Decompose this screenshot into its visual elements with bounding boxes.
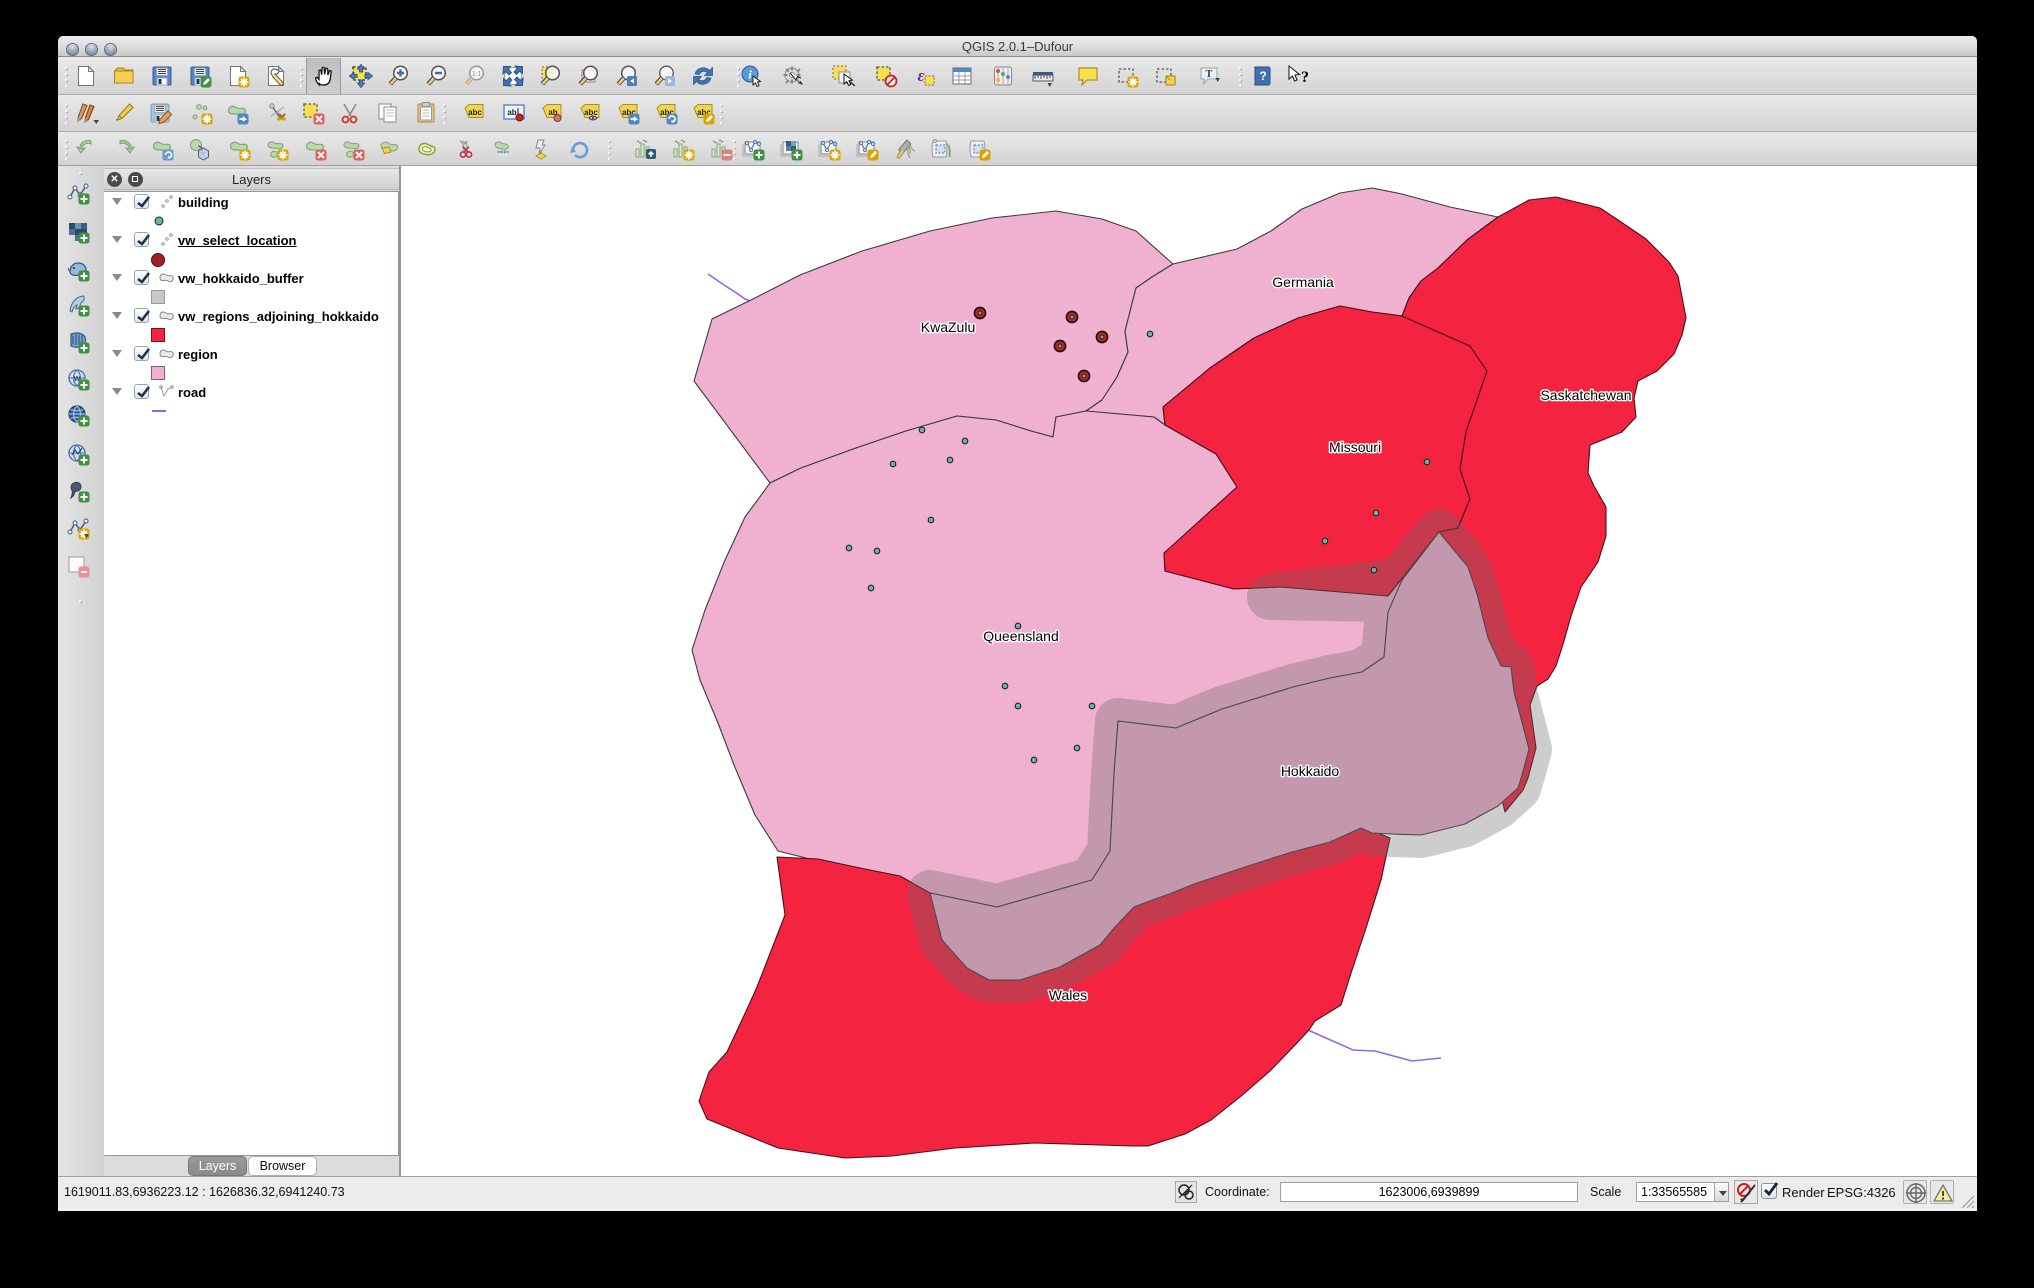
svg-text:Hokkaido: Hokkaido — [1281, 763, 1340, 779]
svg-text:1:1: 1:1 — [472, 71, 481, 78]
svg-text:abc: abc — [468, 108, 482, 117]
svg-text:Saskatchewan: Saskatchewan — [1540, 387, 1631, 403]
svg-text:?: ? — [1259, 69, 1266, 83]
svg-text:Queensland: Queensland — [983, 628, 1059, 644]
svg-text:ab: ab — [507, 108, 516, 117]
svg-text:T: T — [1206, 69, 1213, 80]
svg-text:Germania: Germania — [1272, 274, 1334, 290]
svg-text:Missouri: Missouri — [1329, 439, 1381, 455]
svg-text:abc: abc — [584, 108, 598, 117]
svg-text:KwaZulu: KwaZulu — [921, 319, 975, 335]
svg-text:?: ? — [1301, 69, 1309, 86]
svg-text:ε: ε — [918, 66, 925, 85]
svg-text:Wales: Wales — [1049, 987, 1087, 1003]
